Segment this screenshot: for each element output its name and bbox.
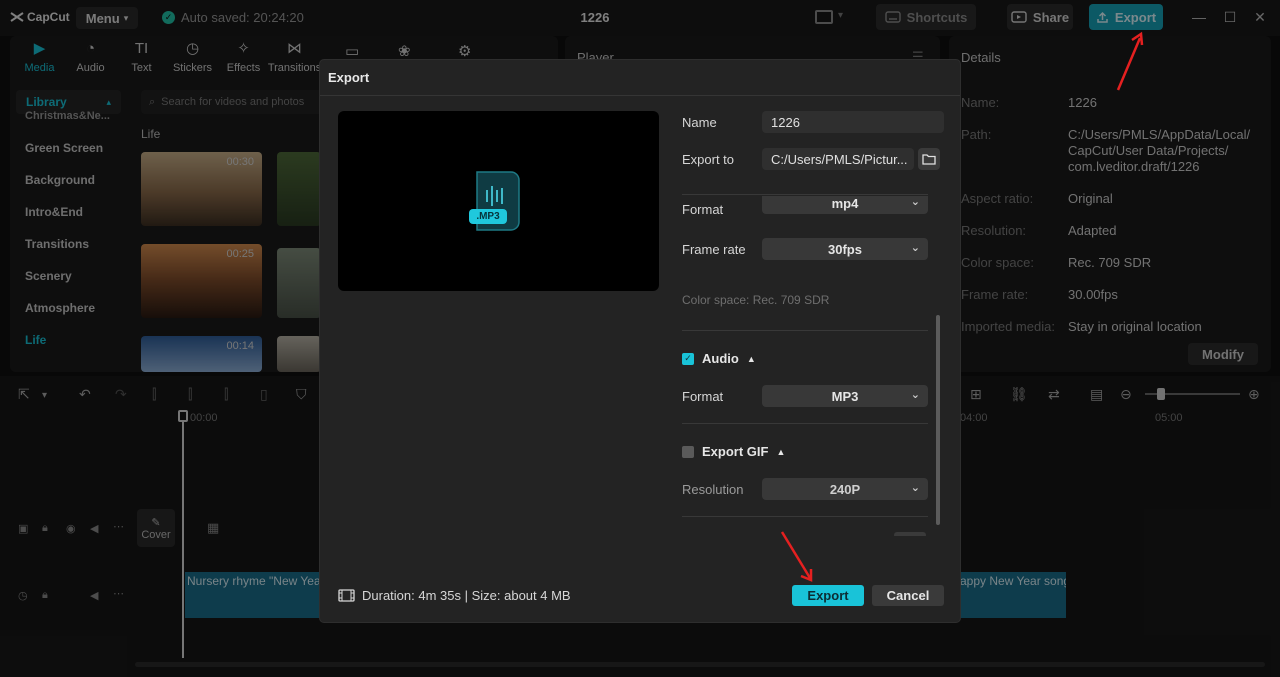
film-icon — [338, 589, 355, 602]
divider — [682, 194, 928, 195]
export-dialog-title: Export — [328, 70, 370, 85]
divider — [682, 330, 928, 331]
export-button[interactable]: Export — [792, 585, 864, 606]
video-format-label: Format — [682, 202, 724, 217]
name-input[interactable]: 1226 — [762, 111, 944, 133]
audio-format-label: Format — [682, 389, 724, 404]
audio-format-select[interactable]: MP3 ⌄ — [762, 385, 928, 407]
file-badge-label: .MP3 — [476, 211, 500, 222]
settings-scrollbar[interactable] — [936, 315, 940, 525]
chevron-up-icon: ▲ — [776, 446, 786, 457]
audio-file-icon — [469, 171, 520, 231]
gif-section-header[interactable]: Export GIF ▲ — [682, 444, 785, 459]
folder-icon — [922, 154, 936, 165]
chevron-down-icon: ⌄ — [910, 242, 920, 254]
video-format-select[interactable]: mp4 ⌄ — [762, 196, 928, 214]
chevron-down-icon: ⌄ — [910, 389, 920, 401]
cancel-button[interactable]: Cancel — [872, 585, 944, 606]
audio-checkbox[interactable]: ✓ — [682, 352, 694, 365]
export-path-input[interactable]: C:/Users/PMLS/Pictur... — [762, 148, 914, 170]
audio-section-header[interactable]: ✓ Audio ▲ — [682, 351, 756, 366]
gif-resolution-label: Resolution — [682, 482, 744, 497]
folder-button[interactable] — [918, 148, 940, 170]
toggle-partial[interactable] — [894, 532, 926, 536]
export-to-label: Export to — [682, 152, 735, 167]
export-footer-info: Duration: 4m 35s | Size: about 4 MB — [338, 588, 571, 603]
gif-checkbox[interactable] — [682, 445, 694, 458]
color-space-text: Color space: Rec. 709 SDR — [682, 293, 830, 307]
chevron-up-icon: ▲ — [746, 353, 756, 364]
chevron-down-icon: ⌄ — [910, 482, 920, 494]
divider — [682, 423, 928, 424]
frame-rate-label: Frame rate — [682, 242, 746, 257]
divider — [320, 95, 960, 96]
chevron-down-icon: ⌄ — [910, 196, 920, 208]
frame-rate-select[interactable]: 30fps ⌄ — [762, 238, 928, 260]
divider — [682, 516, 928, 517]
export-settings-scroll[interactable]: Format mp4 ⌄ Frame rate 30fps ⌄ Color sp… — [662, 196, 934, 536]
name-label: Name — [682, 115, 717, 130]
gif-resolution-select[interactable]: 240P ⌄ — [762, 478, 928, 500]
